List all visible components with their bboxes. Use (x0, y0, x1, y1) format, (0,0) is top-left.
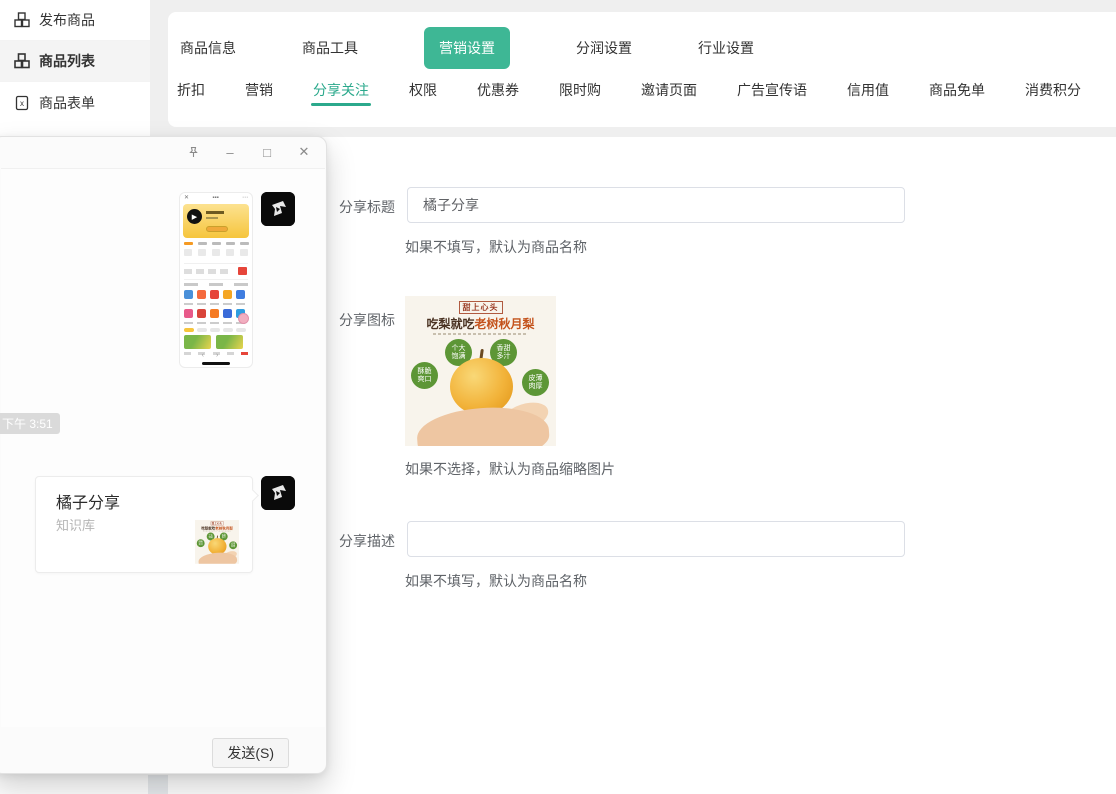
subtab-marketing[interactable]: 营销 (245, 80, 273, 114)
share-card-subtitle: 知识库 (56, 515, 95, 534)
phone-pager: ‹› (180, 352, 252, 359)
phone-icon-grid (184, 290, 246, 324)
poster-ribbon: 甜上心头 (459, 301, 503, 314)
phone-header-card: ▶ (183, 204, 249, 238)
message-row-share-card: 橘子分享 知识库 甜上心头 吃梨就吃老树秋月梨 个大饱满 香甜多汁 酥脆爽口 皮… (1, 476, 325, 573)
phone-avatar: ▶ (187, 209, 202, 224)
share-desc-hint: 如果不填写，默认为商品名称 (405, 571, 587, 591)
close-icon[interactable]: ✕ (296, 144, 312, 160)
share-icon-label: 分享图标 (335, 310, 395, 330)
subtab-consume-points[interactable]: 消费积分 (1025, 80, 1081, 114)
pear-poster-image: 甜上心头 吃梨就吃老树秋月梨 个大饱满 香甜多汁 酥脆爽口 皮薄肉厚 (405, 296, 556, 446)
tab-industry-settings[interactable]: 行业设置 (698, 38, 754, 58)
subtab-coupon[interactable]: 优惠券 (477, 80, 519, 114)
user-avatar (261, 476, 295, 510)
tab-marketing-settings[interactable]: 营销设置 (424, 27, 510, 69)
tab-product-tools[interactable]: 商品工具 (302, 38, 358, 58)
sidebar-item-product-list[interactable]: 商品列表 (0, 41, 150, 82)
sidebar-item-label: 商品表单 (39, 93, 95, 113)
send-button[interactable]: 发送(S) (212, 738, 289, 768)
sidebar-item-product-form[interactable]: x 商品表单 (0, 82, 150, 123)
share-icon-image[interactable]: 甜上心头 吃梨就吃老树秋月梨 个大饱满 香甜多汁 酥脆爽口 皮薄肉厚 (405, 296, 556, 446)
share-card-title: 橘子分享 (56, 489, 120, 513)
subtab-free-order[interactable]: 商品免单 (929, 80, 985, 114)
user-avatar (261, 192, 295, 226)
phone-quick-row (184, 269, 228, 274)
phone-article-thumbs (184, 335, 243, 349)
sidebar: 发布商品 商品列表 x 商品表单 (0, 0, 150, 137)
tab-product-info[interactable]: 商品信息 (180, 38, 236, 58)
phone-floating-button (238, 313, 249, 324)
phone-tabs (184, 242, 249, 245)
form-document-icon: x (14, 95, 30, 111)
share-card-thumbnail: 甜上心头 吃梨就吃老树秋月梨 个大饱满 香甜多汁 酥脆爽口 皮薄肉厚 (195, 520, 239, 564)
subtab-invite-page[interactable]: 邀请页面 (641, 80, 697, 114)
share-title-hint: 如果不填写，默认为商品名称 (405, 237, 587, 257)
secondary-tab-bar: 折扣 营销 分享关注 权限 优惠券 限时购 邀请页面 广告宣传语 信用值 商品免… (168, 70, 1116, 114)
poster-headline: 吃梨就吃老树秋月梨 (405, 315, 556, 332)
subtab-share-follow[interactable]: 分享关注 (313, 80, 369, 114)
pear (450, 358, 513, 415)
phone-tag-pills (184, 328, 246, 332)
subtab-discount[interactable]: 折扣 (177, 80, 205, 114)
svg-text:x: x (20, 99, 24, 108)
chat-timestamp: 下午 3:51 (0, 413, 60, 434)
cubes-icon (14, 12, 30, 28)
share-link-card[interactable]: 橘子分享 知识库 甜上心头 吃梨就吃老树秋月梨 个大饱满 香甜多汁 酥脆爽口 皮… (35, 476, 253, 573)
poster-badge: 酥脆爽口 (411, 362, 438, 389)
share-title-label: 分享标题 (335, 197, 395, 217)
subtab-flash-sale[interactable]: 限时购 (559, 80, 601, 114)
settings-tab-card: 商品信息 商品工具 营销设置 分润设置 行业设置 折扣 营销 分享关注 权限 优… (168, 12, 1116, 127)
wechat-share-preview-window: – □ ✕ ✕▪▪▪⋯ ▶ (0, 136, 327, 774)
chat-message-area: ✕▪▪▪⋯ ▶ (1, 168, 325, 727)
cubes-icon (14, 53, 30, 69)
share-desc-input[interactable] (407, 521, 905, 557)
subtab-permission[interactable]: 权限 (409, 80, 437, 114)
tab-profit-settings[interactable]: 分润设置 (576, 38, 632, 58)
share-title-input[interactable] (407, 187, 905, 223)
phone-red-stat (238, 267, 247, 275)
window-titlebar: – □ ✕ (0, 137, 326, 167)
maximize-icon[interactable]: □ (259, 144, 275, 160)
poster-subline (433, 333, 528, 335)
share-icon-hint: 如果不选择，默认为商品缩略图片 (405, 459, 615, 479)
phone-screenshot-image[interactable]: ✕▪▪▪⋯ ▶ (179, 192, 253, 368)
subtab-ad-slogan[interactable]: 广告宣传语 (737, 80, 807, 114)
sidebar-item-label: 商品列表 (39, 51, 95, 71)
sidebar-item-publish-product[interactable]: 发布商品 (0, 0, 150, 41)
phone-topbar: ✕▪▪▪⋯ (184, 195, 248, 202)
primary-tab-bar: 商品信息 商品工具 营销设置 分润设置 行业设置 (168, 12, 1116, 70)
phone-section-headers (184, 283, 248, 286)
phone-home-indicator (202, 362, 230, 365)
message-row-image: ✕▪▪▪⋯ ▶ (1, 192, 325, 368)
poster-badge: 皮薄肉厚 (522, 369, 549, 396)
sidebar-item-label: 发布商品 (39, 10, 95, 30)
minimize-icon[interactable]: – (222, 144, 238, 160)
phone-stats (184, 249, 248, 256)
subtab-credit-value[interactable]: 信用值 (847, 80, 889, 114)
share-desc-label: 分享描述 (335, 531, 395, 551)
page-scrollbar-stub[interactable] (148, 775, 168, 794)
pin-icon[interactable] (185, 144, 201, 160)
